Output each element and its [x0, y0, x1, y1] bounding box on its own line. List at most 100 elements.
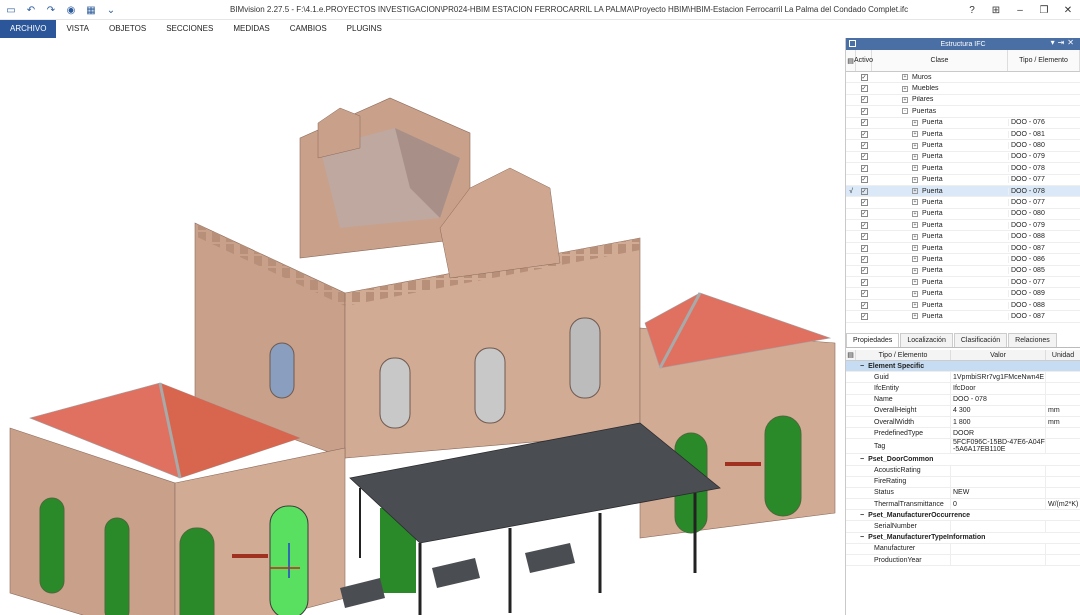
expand-icon[interactable]: + — [912, 279, 918, 286]
expand-icon[interactable]: + — [912, 176, 918, 183]
tree-row[interactable]: ✓ + Puerta DOO - 076 — [846, 118, 1080, 129]
active-checkbox[interactable]: ✓ — [860, 244, 868, 252]
panel-controls-icon[interactable]: ▾⇥✕ — [1051, 38, 1077, 47]
expand-icon[interactable]: + — [912, 313, 918, 320]
tree-row[interactable]: ✓ + Puerta DOO - 077 — [846, 175, 1080, 186]
tree-row[interactable]: ✓ + Puerta DOO - 087 — [846, 311, 1080, 323]
column-class[interactable]: Clase — [872, 50, 1008, 71]
property-group[interactable]: − Pset_ManufacturerOccurrence — [846, 510, 1080, 522]
expand-icon[interactable]: + — [912, 302, 918, 308]
property-row[interactable]: OverallWidth 1 800 mm — [846, 416, 1080, 429]
expand-icon[interactable]: + — [912, 153, 918, 160]
column-active[interactable]: Activo — [854, 50, 873, 71]
expand-icon[interactable]: - — [902, 108, 908, 115]
collapse-icon[interactable]: − — [860, 534, 864, 541]
undo-icon[interactable]: ↶ — [24, 3, 38, 17]
expand-icon[interactable]: + — [912, 245, 918, 252]
property-row[interactable]: FireRating — [846, 476, 1080, 488]
property-group[interactable]: − Element Specific — [846, 361, 1080, 373]
tree-row[interactable]: ✓ + Muebles — [846, 83, 1080, 95]
tab-propiedades[interactable]: Propiedades — [846, 333, 900, 347]
active-checkbox[interactable]: ✓ — [860, 85, 868, 93]
expand-icon[interactable]: + — [912, 233, 918, 240]
tree-row[interactable]: ✓ + Puerta DOO - 085 — [846, 266, 1080, 278]
expand-icon[interactable]: + — [902, 74, 908, 81]
tree-row[interactable]: ✓ + Puerta DOO - 081 — [846, 129, 1080, 141]
active-checkbox[interactable]: ✓ — [860, 187, 868, 195]
tab-clasificacion[interactable]: Clasificación — [953, 333, 1008, 347]
menu-medidas[interactable]: MEDIDAS — [223, 20, 279, 38]
building-model[interactable] — [0, 38, 845, 615]
active-checkbox[interactable]: ✓ — [860, 312, 868, 320]
property-row[interactable]: Guid 1VpmbiSRr7vg1FMceNwn4E — [846, 372, 1080, 384]
expand-icon[interactable]: + — [912, 188, 918, 195]
active-checkbox[interactable]: ✓ — [860, 301, 868, 309]
expand-icon[interactable]: + — [912, 142, 918, 149]
active-checkbox[interactable]: ✓ — [860, 290, 868, 298]
active-checkbox[interactable]: ✓ — [860, 153, 868, 161]
expand-icon[interactable]: + — [912, 199, 918, 206]
layout-icon[interactable]: ▦ — [84, 3, 98, 17]
settings-icon[interactable]: ◉ — [64, 3, 78, 17]
tree-row[interactable]: ✓ + Pilares — [846, 95, 1080, 107]
menu-cambios[interactable]: CAMBIOS — [280, 20, 337, 38]
tree-row[interactable]: ✓ + Puerta DOO - 087 — [846, 243, 1080, 255]
maximize-button[interactable]: ❐ — [1032, 0, 1056, 20]
active-checkbox[interactable]: ✓ — [860, 255, 868, 263]
active-checkbox[interactable]: ✓ — [860, 119, 868, 127]
expand-icon[interactable]: + — [902, 96, 908, 103]
folder-icon[interactable]: ▭ — [4, 3, 18, 17]
tree-row[interactable]: ✓ + Puerta DOO - 080 — [846, 209, 1080, 221]
tree-row[interactable]: ✓ + Muros — [846, 72, 1080, 84]
close-button[interactable]: ✕ — [1056, 0, 1080, 20]
tree-row[interactable]: ✓ + Puerta DOO - 077 — [846, 197, 1080, 209]
menu-objetos[interactable]: OBJETOS — [99, 20, 156, 38]
active-checkbox[interactable]: ✓ — [860, 278, 868, 286]
expand-icon[interactable]: + — [912, 131, 918, 138]
active-checkbox[interactable]: ✓ — [860, 198, 868, 206]
property-row[interactable]: SerialNumber — [846, 521, 1080, 533]
menu-vista[interactable]: VISTA — [56, 20, 99, 38]
expand-icon[interactable]: + — [902, 85, 908, 92]
tree-row[interactable]: ✓ + Puerta DOO - 089 — [846, 288, 1080, 300]
active-checkbox[interactable]: ✓ — [860, 142, 868, 150]
collapse-icon[interactable]: − — [860, 512, 864, 519]
property-row[interactable]: Tag 5FCF096C-15BD-47E6-A04F-5A6A17EB110E — [846, 439, 1080, 455]
property-group[interactable]: − Pset_ManufacturerTypeInformation — [846, 533, 1080, 544]
active-checkbox[interactable]: ✓ — [860, 164, 868, 172]
expand-icon[interactable]: + — [912, 210, 918, 217]
expand-icon[interactable]: + — [912, 290, 918, 297]
active-checkbox[interactable]: ✓ — [860, 130, 868, 138]
tree-row[interactable]: ✓ + Puerta DOO - 086 — [846, 254, 1080, 266]
property-row[interactable]: ProductionYear — [846, 555, 1080, 567]
property-row[interactable]: Status NEW — [846, 487, 1080, 500]
tab-relaciones[interactable]: Relaciones — [1008, 333, 1057, 347]
customize-chevron-icon[interactable]: ⌄ — [104, 3, 118, 17]
tree-row[interactable]: ✓ + Puerta DOO - 080 — [846, 140, 1080, 152]
active-checkbox[interactable]: ✓ — [860, 107, 868, 115]
property-row[interactable]: ThermalTransmittance 0 W/(m2*K) — [846, 499, 1080, 511]
active-checkbox[interactable]: ✓ — [860, 210, 868, 218]
3d-viewport[interactable] — [0, 38, 845, 615]
active-checkbox[interactable]: ✓ — [860, 176, 868, 184]
expand-icon[interactable]: + — [912, 119, 918, 126]
property-group[interactable]: − Pset_DoorCommon — [846, 454, 1080, 466]
collapse-icon[interactable]: − — [860, 456, 864, 463]
column-type[interactable]: Tipo / Elemento — [1008, 50, 1080, 71]
active-checkbox[interactable]: ✓ — [860, 221, 868, 229]
redo-icon[interactable]: ↷ — [44, 3, 58, 17]
help-button[interactable]: ? — [960, 0, 984, 20]
expand-icon[interactable]: + — [912, 222, 918, 229]
menu-archivo[interactable]: ARCHIVO — [0, 20, 57, 38]
active-checkbox[interactable]: ✓ — [860, 73, 868, 81]
grid-icon[interactable]: ▤ — [846, 350, 856, 360]
active-checkbox[interactable]: ✓ — [860, 267, 868, 275]
active-checkbox[interactable]: ✓ — [860, 233, 868, 241]
tree-row[interactable]: ✓ - Puertas — [846, 106, 1080, 118]
expand-icon[interactable]: + — [912, 267, 918, 274]
tree-row[interactable]: ✓ + Puerta DOO - 077 — [846, 277, 1080, 289]
collapse-icon[interactable]: − — [860, 363, 864, 370]
tree-row[interactable]: ✓ + Puerta DOO - 078 — [846, 163, 1080, 175]
tab-localizacion[interactable]: Localización — [900, 333, 953, 347]
menu-secciones[interactable]: SECCIONES — [156, 20, 223, 38]
